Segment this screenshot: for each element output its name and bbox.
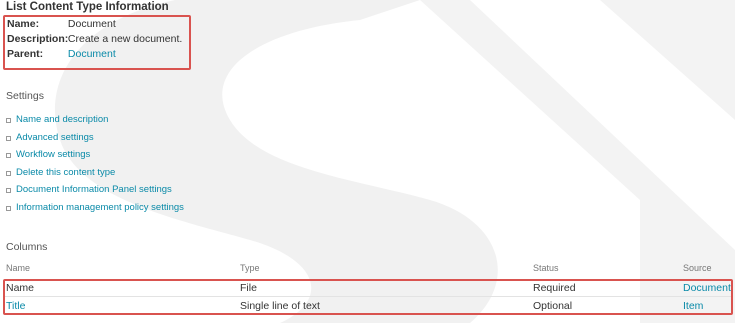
parent-link[interactable]: Document [68,48,116,60]
column-header-source: Source [683,263,712,273]
row-0-status: Required [533,282,576,294]
row-1-type: Single line of text [240,300,320,312]
description-value: Create a new document. [67,33,183,45]
settings-list: Name and description Advanced settings W… [6,114,184,220]
columns-highlight-box [3,279,733,315]
description-label: Description: [7,33,69,45]
settings-heading: Settings [6,90,44,102]
columns-heading: Columns [6,241,48,253]
row-1-name-link[interactable]: Title [6,300,25,313]
settings-item-policy[interactable]: Information management policy settings [6,202,184,220]
name-value: Document [67,18,116,30]
bullet-icon [6,170,11,176]
row-0-type: File [240,282,257,294]
info-name-row: Name: Document [7,18,116,31]
bullet-icon [6,205,11,211]
section-title: List Content Type Information [6,1,169,13]
row-1-status: Optional [533,300,573,312]
settings-item-delete[interactable]: Delete this content type [6,167,184,185]
content-type-page: List Content Type Information Name: Docu… [0,0,735,323]
row-1-source-link[interactable]: Item [683,300,703,313]
bullet-icon [6,118,11,123]
info-description-row: Description: Create a new document. [7,33,182,46]
info-parent-row: Parent: Document [7,48,116,61]
settings-item-workflow[interactable]: Workflow settings [6,149,184,167]
parent-label: Parent: [7,48,44,60]
bullet-icon [6,188,11,194]
column-header-status: Status [533,263,559,273]
settings-item-name-description[interactable]: Name and description [6,114,184,132]
settings-item-advanced[interactable]: Advanced settings [6,132,184,150]
row-divider [5,296,731,297]
name-label: Name: [7,18,40,30]
bullet-icon [6,153,11,159]
row-0-name: Name [6,282,35,294]
settings-item-dip[interactable]: Document Information Panel settings [6,184,184,202]
bullet-icon [6,135,11,141]
column-header-name: Name [6,263,31,273]
row-0-source-link[interactable]: Document [683,282,731,295]
column-header-type: Type [240,263,260,273]
